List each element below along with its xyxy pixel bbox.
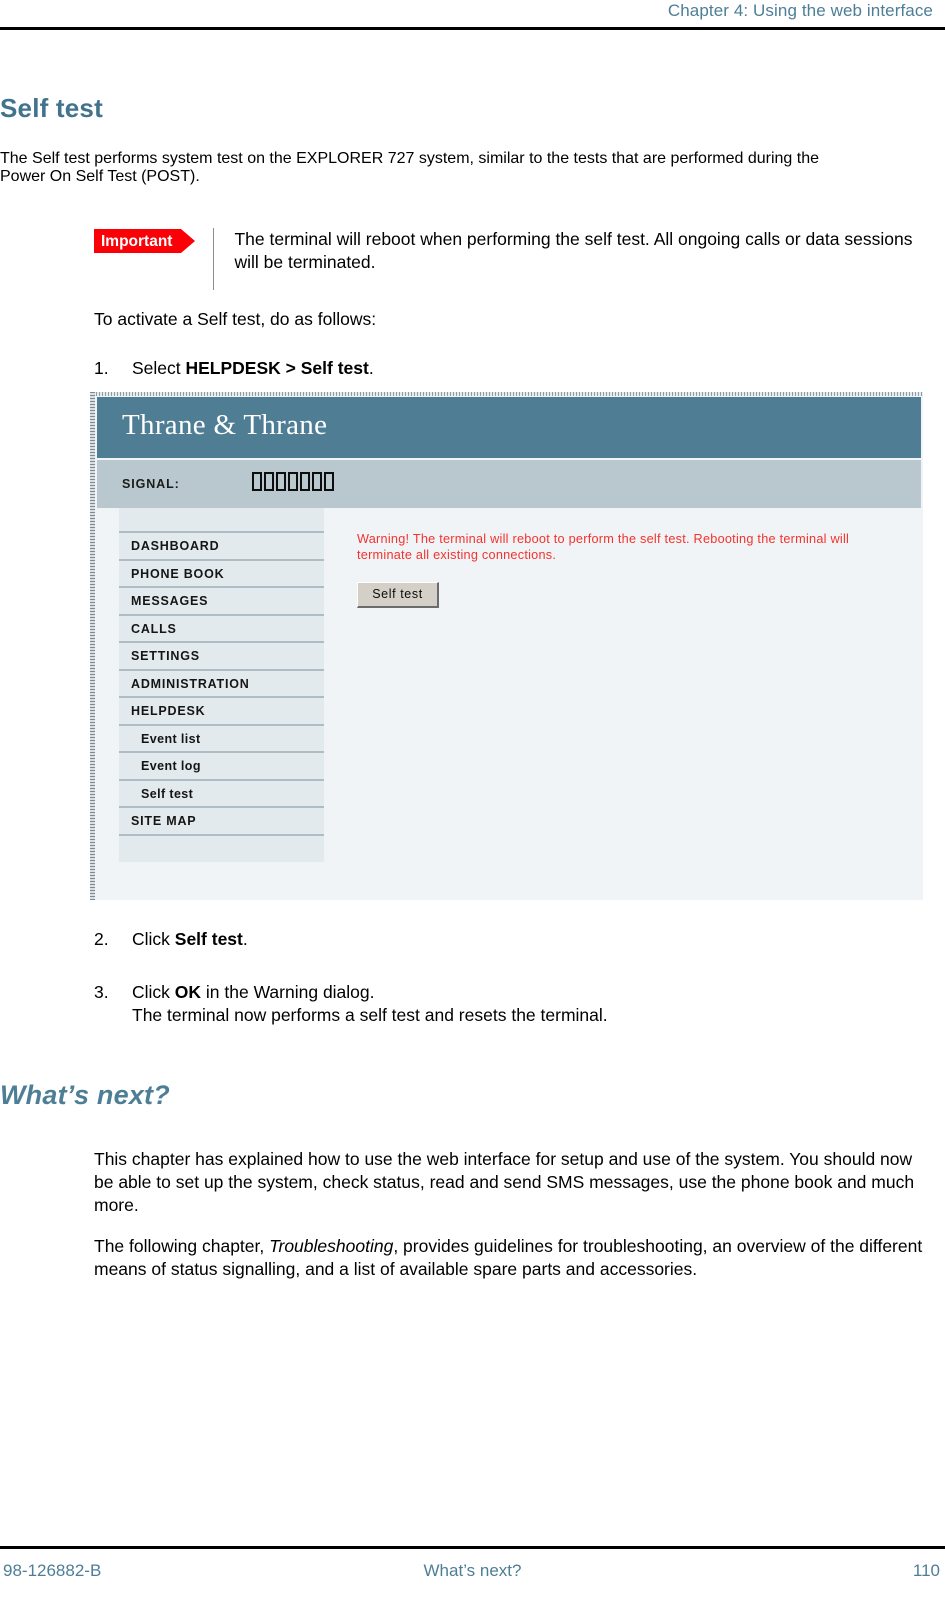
step-3-prefix: Click bbox=[132, 982, 175, 1002]
footer-section-title: What’s next? bbox=[423, 1561, 522, 1580]
step-1-bold: HELPDESK > Self test bbox=[185, 358, 369, 378]
document-page: Chapter 4: Using the web interface Self … bbox=[0, 0, 945, 1599]
signal-strength-icon bbox=[252, 472, 334, 491]
sidebar-item-label: Self test bbox=[141, 786, 194, 801]
important-note: Important The terminal will reboot when … bbox=[94, 228, 922, 290]
screenshot-frame-top bbox=[90, 392, 923, 396]
sidebar-item-dashboard[interactable]: DASHBOARD bbox=[119, 533, 324, 561]
intro-paragraph: The Self test performs system test on th… bbox=[0, 150, 820, 185]
nav-spacer-top bbox=[119, 508, 324, 533]
sidebar-item-calls[interactable]: CALLS bbox=[119, 615, 324, 643]
sidebar-item-event-list[interactable]: Event list bbox=[119, 725, 324, 753]
step-2: 2. Click Self test. bbox=[94, 928, 914, 951]
footer-page-number: 110 bbox=[912, 1561, 940, 1580]
thrane-logo: Thrane & Thrane bbox=[122, 409, 328, 441]
signal-bar-segment bbox=[324, 472, 334, 491]
step-3-suffix: in the Warning dialog. bbox=[201, 982, 375, 1002]
important-badge: Important bbox=[94, 229, 197, 253]
whats-next-paragraph-1: This chapter has explained how to use th… bbox=[94, 1149, 915, 1215]
whats-next-paragraph-2: The following chapter, Troubleshooting, … bbox=[94, 1235, 924, 1281]
sidebar-item-label: MESSAGES bbox=[131, 594, 209, 608]
footer-rule bbox=[0, 1546, 945, 1549]
step-2-text: Click Self test. bbox=[132, 928, 914, 951]
signal-bar-segment bbox=[300, 472, 310, 491]
content-pane: Warning! The terminal will reboot to per… bbox=[345, 508, 921, 900]
step-1-suffix: . bbox=[368, 358, 374, 378]
step-2-suffix: . bbox=[242, 929, 248, 949]
signal-bar-segment bbox=[276, 472, 286, 491]
wn2-part-a: The following chapter, bbox=[94, 1236, 270, 1256]
header-rule bbox=[0, 27, 945, 30]
warning-message: Warning! The terminal will reboot to per… bbox=[357, 532, 850, 562]
signal-bar-segment bbox=[288, 472, 298, 491]
signal-bar-segment bbox=[312, 472, 322, 491]
wn2-italic-chapter: Troubleshooting bbox=[269, 1236, 394, 1256]
section-heading-whats-next: What’s next? bbox=[0, 1080, 170, 1110]
sidebar-item-label: Event log bbox=[141, 759, 201, 773]
sidebar-item-label: ADMINISTRATION bbox=[131, 676, 250, 691]
running-header: Chapter 4: Using the web interface bbox=[0, 0, 945, 30]
step-2-prefix: Click bbox=[132, 929, 175, 949]
note-text: The terminal will reboot when performing… bbox=[234, 229, 913, 272]
sidebar-item-label: PHONE BOOK bbox=[131, 566, 225, 581]
step-1: 1. Select HELPDESK > Self test. bbox=[94, 357, 914, 380]
chapter-title: Chapter 4: Using the web interface bbox=[667, 1, 933, 20]
sidebar-item-messages[interactable]: MESSAGES bbox=[119, 588, 324, 616]
section-heading-self-test: Self test bbox=[0, 93, 103, 123]
brand-banner: Thrane & Thrane bbox=[97, 397, 921, 458]
sidebar-item-event-log[interactable]: Event log bbox=[119, 753, 324, 781]
sidebar-item-helpdesk[interactable]: HELPDESK bbox=[119, 698, 324, 726]
sidebar-item-site-map[interactable]: SITE MAP bbox=[119, 808, 324, 836]
web-interface-screenshot: Thrane & Thrane SIGNAL: DASHBOARD PHONE … bbox=[90, 392, 923, 900]
signal-bar-segment bbox=[252, 472, 262, 491]
sidebar-item-label: Event list bbox=[141, 731, 201, 746]
signal-status-bar: SIGNAL: bbox=[97, 460, 921, 508]
sidebar-item-label: CALLS bbox=[131, 621, 177, 636]
lead-in-paragraph: To activate a Self test, do as follows: bbox=[94, 309, 377, 329]
step-3-number: 3. bbox=[94, 982, 109, 1002]
sidebar-item-label: DASHBOARD bbox=[131, 539, 220, 553]
self-test-button[interactable]: Self test bbox=[357, 582, 439, 608]
screenshot-body: DASHBOARD PHONE BOOK MESSAGES CALLS SETT… bbox=[97, 508, 921, 900]
sidebar-item-label: SETTINGS bbox=[131, 649, 200, 663]
step-1-text: Select HELPDESK > Self test. bbox=[132, 357, 914, 380]
sidebar-item-self-test[interactable]: Self test bbox=[119, 780, 324, 808]
step-3: 3. Click OK in the Warning dialog. The t… bbox=[94, 981, 914, 1027]
step-3-text: Click OK in the Warning dialog. bbox=[132, 981, 914, 1004]
step-3-bold: OK bbox=[174, 982, 202, 1002]
step-1-prefix: Select bbox=[132, 358, 186, 378]
step-2-bold: Self test bbox=[174, 929, 243, 949]
sidebar-item-label: HELPDESK bbox=[131, 704, 206, 718]
sidebar-nav: DASHBOARD PHONE BOOK MESSAGES CALLS SETT… bbox=[119, 508, 324, 862]
page-footer: 98-126882-B What’s next? 110 bbox=[0, 1561, 945, 1587]
sidebar-item-phone-book[interactable]: PHONE BOOK bbox=[119, 560, 324, 588]
nav-spacer-bottom bbox=[119, 835, 324, 862]
sidebar-item-administration[interactable]: ADMINISTRATION bbox=[119, 670, 324, 698]
signal-bar-segment bbox=[264, 472, 274, 491]
step-2-number: 2. bbox=[94, 929, 109, 949]
sidebar-item-label: SITE MAP bbox=[131, 814, 197, 828]
screenshot-frame-left bbox=[90, 392, 95, 900]
step-1-number: 1. bbox=[94, 358, 109, 378]
screenshot-content: Thrane & Thrane SIGNAL: DASHBOARD PHONE … bbox=[97, 397, 923, 900]
sidebar-item-settings[interactable]: SETTINGS bbox=[119, 643, 324, 671]
note-divider bbox=[213, 228, 215, 290]
step-3-detail: The terminal now performs a self test an… bbox=[132, 1005, 608, 1025]
signal-label: SIGNAL: bbox=[122, 477, 180, 491]
